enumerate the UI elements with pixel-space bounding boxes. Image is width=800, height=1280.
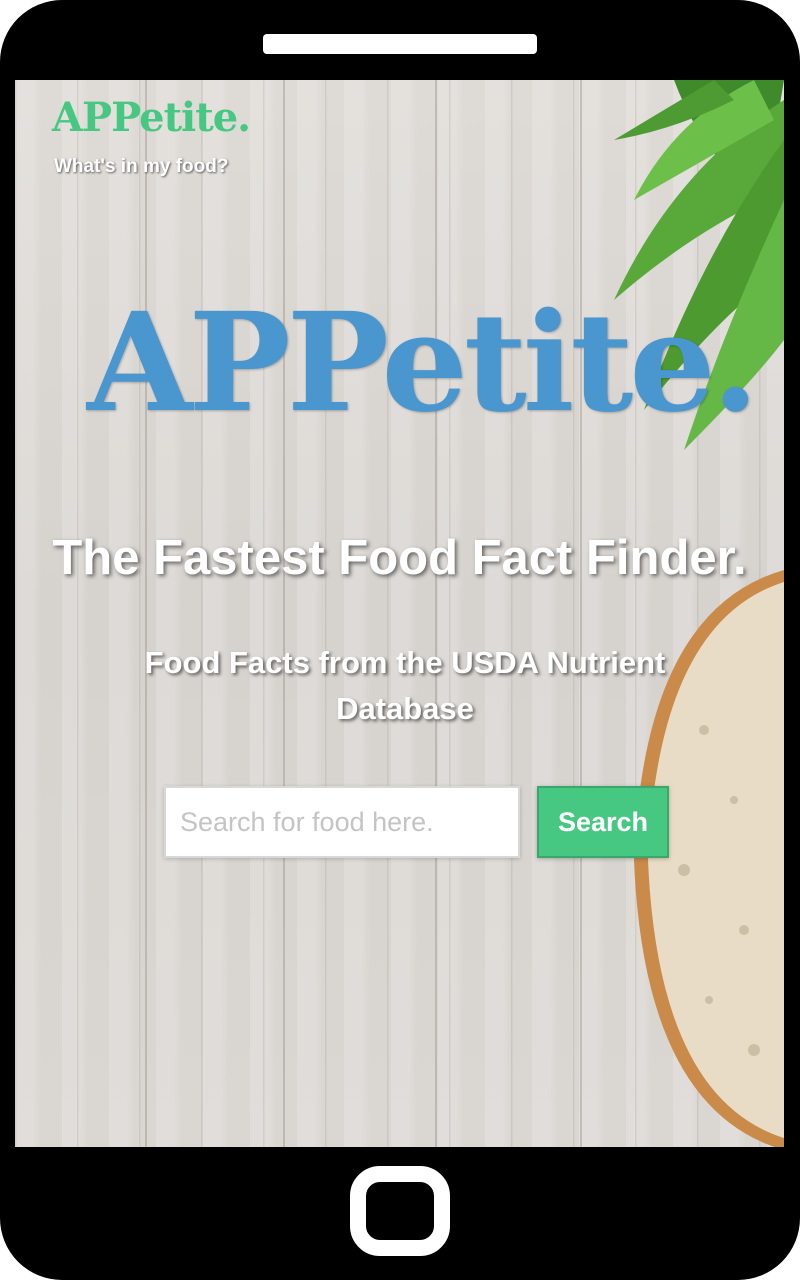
wood-grain bbox=[435, 80, 437, 1147]
header-tagline: What's in my food? bbox=[54, 156, 229, 177]
hero-headline: The Fastest Food Fact Finder. bbox=[52, 531, 747, 585]
hero-logo: APPetite. bbox=[87, 283, 759, 443]
app-screen: APPetite. What's in my food? APPetite. T… bbox=[15, 80, 784, 1147]
wood-grain bbox=[283, 80, 285, 1147]
speaker-icon bbox=[263, 34, 537, 54]
wood-grain bbox=[145, 80, 147, 1147]
header-logo[interactable]: APPetite. bbox=[52, 98, 251, 138]
hero-subheadline: Food Facts from the USDA Nutrient Databa… bbox=[144, 645, 666, 726]
phone-frame: APPetite. What's in my food? APPetite. T… bbox=[0, 0, 800, 1280]
home-button-icon[interactable] bbox=[350, 1166, 450, 1256]
search-input[interactable] bbox=[164, 786, 520, 858]
search-button[interactable]: Search bbox=[537, 786, 669, 858]
